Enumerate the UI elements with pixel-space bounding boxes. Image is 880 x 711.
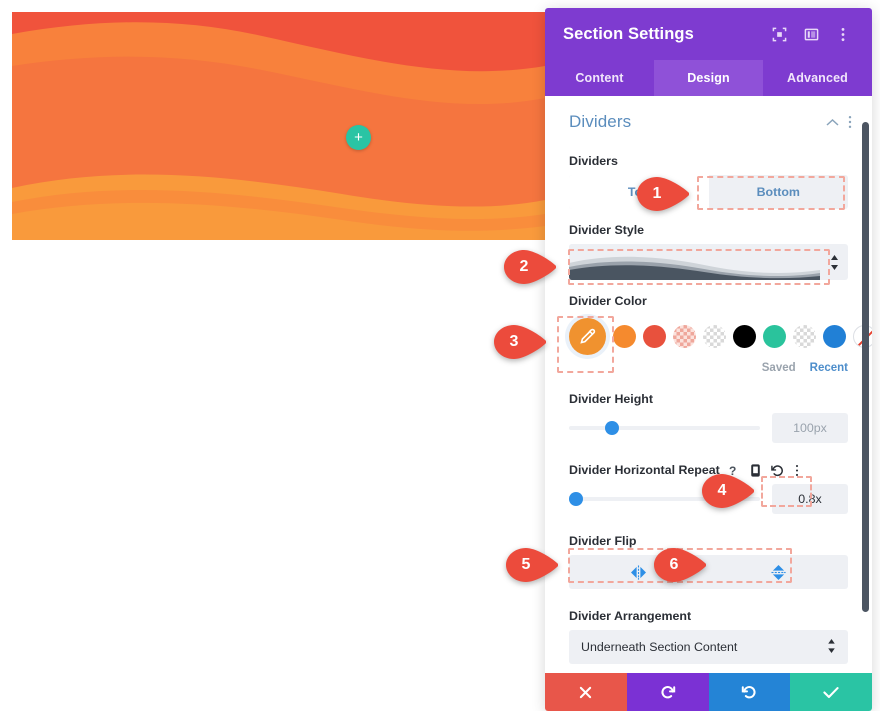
redo-icon xyxy=(742,686,756,699)
callout-4-number: 4 xyxy=(717,482,727,499)
panel-footer xyxy=(545,673,872,711)
section-settings-panel: Section Settings Content Design Advanced… xyxy=(545,8,872,711)
field-label-divider-style: Divider Style xyxy=(569,223,645,237)
divider-arrangement-select[interactable]: Underneath Section Content xyxy=(569,630,848,664)
field-divider-style: Divider Style xyxy=(545,223,872,280)
tab-content[interactable]: Content xyxy=(545,60,654,96)
swatch-gray-transparent[interactable] xyxy=(703,325,726,348)
callout-3-number: 3 xyxy=(509,333,519,350)
dividers-option-bottom[interactable]: Bottom xyxy=(709,175,849,209)
link-saved[interactable]: Saved xyxy=(762,362,796,374)
swatch-blue[interactable] xyxy=(823,325,846,348)
check-icon xyxy=(823,686,839,698)
divider-style-preview xyxy=(569,244,820,280)
link-recent[interactable]: Recent xyxy=(810,362,848,374)
field-label-divider-height: Divider Height xyxy=(569,392,653,406)
swatch-teal[interactable] xyxy=(763,325,786,348)
orange-section[interactable]: + xyxy=(12,12,545,240)
tab-advanced[interactable]: Advanced xyxy=(763,60,872,96)
swatch-light-transparent[interactable] xyxy=(793,325,816,348)
panel-scrollbar[interactable] xyxy=(862,122,869,612)
plus-icon: + xyxy=(354,129,363,146)
tab-design[interactable]: Design xyxy=(654,60,763,96)
swatch-pink-transparent[interactable] xyxy=(673,325,696,348)
expand-icon[interactable] xyxy=(768,23,790,45)
field-divider-flip: Divider Flip xyxy=(545,534,872,589)
field-label-text: Divider Horizontal Repeat xyxy=(569,463,720,477)
undo-icon xyxy=(661,686,675,699)
color-source-links: Saved Recent xyxy=(569,362,848,374)
dividers-group-header[interactable]: Dividers xyxy=(545,96,872,140)
field-divider-arrangement: Divider Arrangement Underneath Section C… xyxy=(545,609,872,664)
field-label-dividers: Dividers xyxy=(569,154,618,168)
section-preview-area: + xyxy=(0,0,545,711)
callout-2-number: 2 xyxy=(519,258,529,275)
color-swatch-list xyxy=(569,315,872,355)
add-row-button[interactable]: + xyxy=(346,125,371,150)
more-vertical-icon[interactable] xyxy=(832,23,854,45)
group-more-vertical-icon[interactable] xyxy=(848,115,852,129)
select-caret-icon xyxy=(827,638,836,656)
callout-3: 3 xyxy=(494,325,546,359)
layout-columns-icon[interactable] xyxy=(800,23,822,45)
field-label-divider-flip: Divider Flip xyxy=(569,534,637,548)
callout-5-number: 5 xyxy=(521,556,531,573)
callout-1-number: 1 xyxy=(652,185,662,202)
field-label-divider-arrangement: Divider Arrangement xyxy=(569,609,692,623)
undo-button[interactable] xyxy=(626,673,709,711)
callout-1: 1 xyxy=(637,177,689,211)
repeat-more-vertical-icon[interactable] xyxy=(795,464,799,477)
slider-knob[interactable] xyxy=(605,421,620,435)
field-dividers: Dividers Top Bottom xyxy=(545,154,872,209)
panel-body: Dividers Dividers Bottom Divider Style D… xyxy=(545,96,872,673)
group-title: Dividers xyxy=(569,112,632,131)
chevron-up-icon[interactable] xyxy=(826,118,839,127)
divider-arrangement-value: Underneath Section Content xyxy=(581,640,738,654)
screen: + Section Settings Content Design Advanc… xyxy=(0,0,880,711)
swatch-active-eyedropper[interactable] xyxy=(569,318,606,355)
swatch-tomato[interactable] xyxy=(643,325,666,348)
redo-button[interactable] xyxy=(708,673,791,711)
callout-4: 4 xyxy=(702,474,754,508)
slider-knob[interactable] xyxy=(569,492,583,506)
divider-horizontal-repeat-input[interactable]: 0.8x xyxy=(772,484,848,514)
save-button[interactable] xyxy=(790,673,872,711)
divider-style-select[interactable] xyxy=(569,244,848,280)
dividers-toggle: Top Bottom xyxy=(569,175,848,209)
cancel-button[interactable] xyxy=(545,673,627,711)
flip-vertical-icon[interactable] xyxy=(709,555,849,589)
panel-header: Section Settings xyxy=(545,8,872,60)
divider-flip-toggle xyxy=(569,555,848,589)
divider-height-slider[interactable] xyxy=(569,419,760,437)
reset-icon[interactable] xyxy=(770,464,784,477)
callout-2: 2 xyxy=(504,250,556,284)
slider-track xyxy=(569,426,760,430)
section-divider-waves xyxy=(12,12,545,240)
callout-6-number: 6 xyxy=(669,556,679,573)
field-divider-color: Divider Color Saved Recent xyxy=(545,294,872,374)
callout-5: 5 xyxy=(506,548,558,582)
spinner-updown-icon[interactable] xyxy=(820,254,848,270)
divider-height-input[interactable]: 100px xyxy=(772,413,848,443)
panel-tabs: Content Design Advanced xyxy=(545,60,872,96)
callout-6: 6 xyxy=(654,548,706,582)
close-icon xyxy=(580,686,592,698)
swatch-orange[interactable] xyxy=(613,325,636,348)
field-label-divider-color: Divider Color xyxy=(569,294,647,308)
swatch-black[interactable] xyxy=(733,325,756,348)
page-title: Section Settings xyxy=(563,24,694,43)
field-divider-height: Divider Height 100px xyxy=(545,392,872,443)
